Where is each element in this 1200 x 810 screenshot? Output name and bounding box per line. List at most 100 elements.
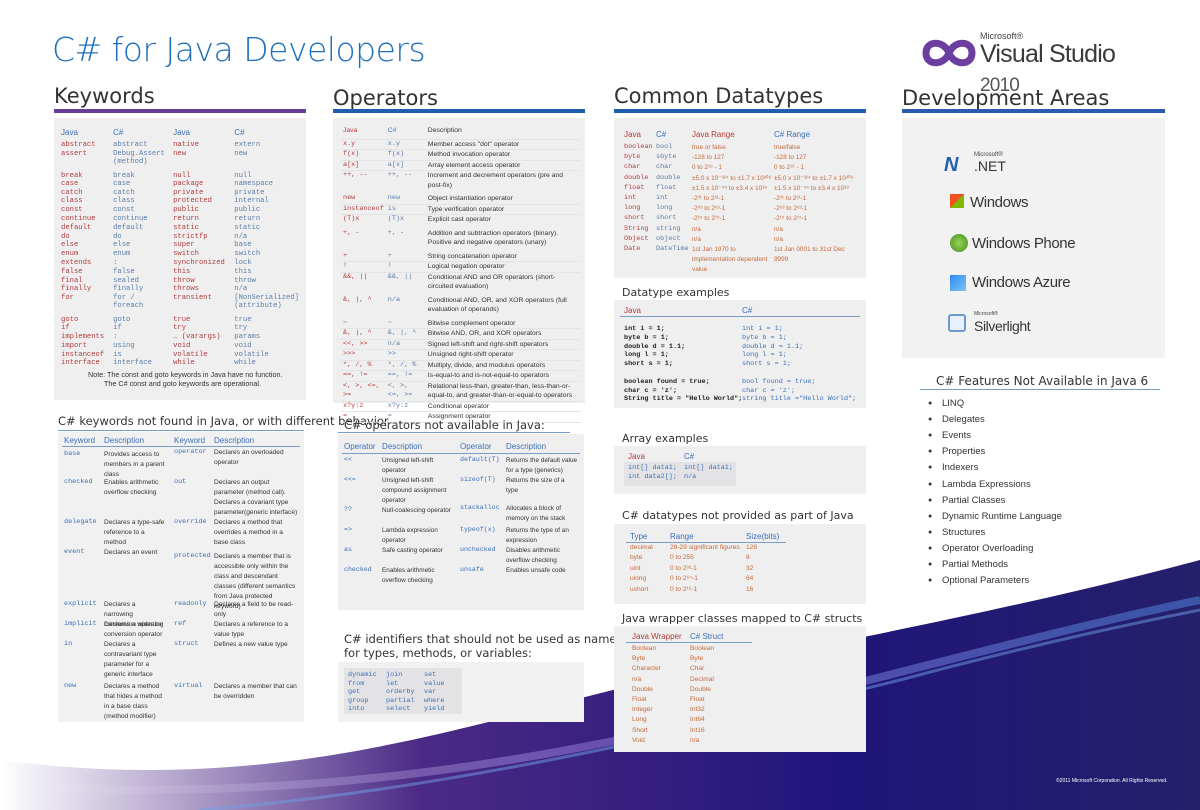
csharp-keyword: finally [113, 285, 144, 294]
feature-item: Events [928, 430, 971, 441]
csharp-operator: <, >, <=, >= [385, 381, 426, 402]
keywords-header: Java [61, 128, 78, 137]
java-keyword: void [173, 341, 191, 350]
java-operator: instanceof [341, 204, 386, 215]
operator-row: f(x) f(x) Method invocation operator [341, 149, 581, 161]
java-keyword: public [173, 206, 199, 215]
csharp-keyword: namespace [234, 179, 274, 188]
csharp-example-line: string title ="Hello World"; [742, 395, 857, 404]
wrap-header-rule [626, 642, 752, 643]
operator-row: <<, >> n/a Signed left-shift and right-shi… [341, 339, 581, 350]
java-keyword: native [173, 141, 199, 149]
reserved-identifier: set [424, 671, 437, 679]
java-wrapper: n/a [632, 675, 642, 683]
kwdiff-description: Declares a widening conversion operator [104, 621, 164, 638]
csharp-array-line: n/a [684, 473, 697, 481]
java-range: -2³¹ to 2³¹-1 [692, 195, 725, 202]
opnot-description: Null-coalescing operator [382, 507, 451, 514]
java-keyword: package [173, 179, 204, 188]
operators-bar [333, 109, 585, 113]
kwdiff-keyword: struct [174, 640, 199, 648]
operator-description: Addition and subtraction operators (bina… [425, 226, 581, 250]
java-keyword: false [61, 267, 83, 276]
operator-row: new new Object instantiation operator [341, 192, 581, 205]
reserved-identifier: partial [386, 696, 415, 705]
feature-item: Operator Overloading [928, 543, 1033, 554]
keyword-row: catch catch private private [58, 189, 302, 198]
datatypes-header: Java Range [692, 130, 735, 139]
java-range: ±1.5 x 10⁻⁴⁵ to ±3.4 x 10³⁸ [692, 184, 767, 192]
java-wrapper: Void [632, 736, 645, 744]
kwdiff-header: Description [214, 436, 255, 445]
csharp-keyword: null [234, 171, 252, 180]
java-keyword: static [173, 223, 199, 232]
java-wrapper: Byte [632, 655, 646, 663]
java-wrapper: Integer [632, 706, 653, 714]
operators-header: Description [425, 126, 581, 140]
csharp-keyword: void [234, 341, 252, 350]
operator-description: Bitwise complement operator [425, 316, 581, 329]
java-keyword: for [61, 294, 74, 303]
opnot-description: Returns the type of an expression [506, 527, 569, 544]
opnot-description: Lambda expression operator [382, 527, 438, 544]
infinity-icon [922, 39, 976, 67]
dtnot-cell: 128 [746, 544, 758, 551]
java-datatype: int [624, 194, 637, 202]
java-keyword: implements [61, 332, 105, 341]
csharp-operator: +, - [385, 226, 426, 250]
keyword-row: default default static static [58, 224, 302, 233]
java-example-line: short s = 1; [624, 360, 673, 369]
visual-studio-logo: Microsoft® Visual Studio 2010 [922, 30, 1152, 96]
java-keyword: abstract [61, 141, 96, 149]
feature-item: LINQ [928, 398, 964, 409]
csharp-keyword: break [113, 171, 135, 180]
java-keyword: true [173, 316, 191, 325]
operator-description: Logical negation operator [425, 261, 581, 273]
feature-item: Lambda Expressions [928, 479, 1031, 490]
idents-panel: dynamic join set from let value get orderby var g… [338, 662, 584, 722]
csharp-operator: (T)x [385, 214, 426, 227]
dtnot-cell: 0 to 2¹⁶-1 [670, 585, 698, 593]
java-keyword: final [61, 276, 83, 285]
opnot-header: Operator [344, 442, 376, 451]
java-keyword: while [173, 359, 195, 368]
csharp-operator: *, /, % [385, 360, 426, 371]
idents-title-1: C# identifiers that should not be used a… [344, 632, 623, 646]
java-keyword: switch [173, 250, 199, 259]
dtnot-cell: 16 [746, 585, 754, 593]
java-keyword: catch [61, 188, 83, 197]
java-range: n/a [692, 235, 701, 243]
java-example-line: boolean found = true; [624, 377, 710, 386]
heading-operators: Operators [333, 86, 438, 110]
arrex-header: C# [684, 452, 695, 461]
heading-datatypes: Common Datatypes [614, 84, 824, 108]
csharp-example-line: long l = 1; [742, 351, 787, 360]
csharp-keyword: new [234, 149, 248, 158]
kwdiff-keyword: event [64, 548, 85, 556]
csharp-operator: f(x) [385, 149, 426, 161]
kwdiff-title: C# keywords not found in Java, or with d… [58, 414, 389, 428]
operator-description: Object instantiation operator [425, 192, 581, 205]
java-operator: &&, || [341, 272, 386, 294]
kwdiff-description: Declares an overloaded operator [214, 449, 284, 466]
operator-row: !! Logical negation operator [341, 261, 581, 273]
keyword-row: assert Debug.Assert (method) new new [58, 150, 302, 169]
csharp-keyword: interface [113, 359, 152, 368]
java-range: -2¹⁵ to 2¹⁵-1 [692, 215, 726, 223]
dtnot-header: Type [630, 532, 648, 541]
datatypes-bar [614, 109, 866, 113]
windows-azure-label: Windows Azure [972, 274, 1071, 291]
opnot-operator: <<= [344, 476, 356, 483]
csharp-keyword: public [234, 206, 261, 215]
windows-label: Windows [970, 194, 1029, 211]
csharp-struct: Double [690, 685, 711, 693]
java-keyword: … (varargs) [173, 332, 221, 341]
silverlight-ms: Microsoft® [974, 311, 998, 317]
java-keyword: throws [173, 285, 199, 294]
feature-item: Dynamic Runtime Language [928, 511, 1062, 522]
kwdiff-keyword: out [174, 478, 187, 486]
operator-description: Bitwise AND, OR, and XOR operators [425, 328, 581, 340]
kwdiff-description: Declares a method that overrides a metho… [214, 519, 283, 546]
dtex-header-rule [620, 316, 860, 317]
keyword-row: continue continue return return [58, 215, 302, 224]
